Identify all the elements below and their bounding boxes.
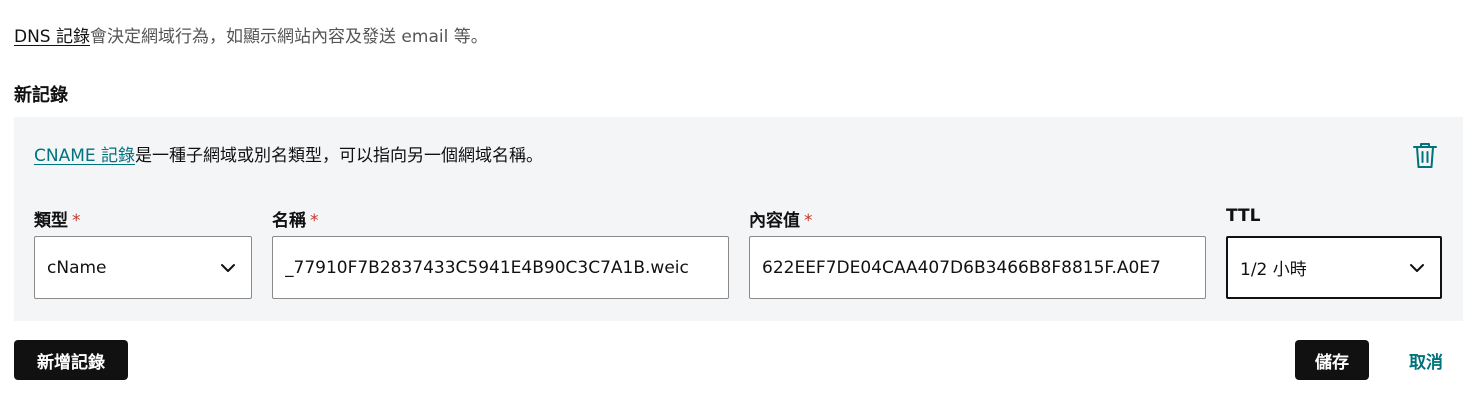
chevron-down-icon xyxy=(1410,263,1424,272)
ttl-select[interactable]: 1/2 小時 xyxy=(1226,236,1442,299)
content-label: 內容值 * xyxy=(749,211,813,231)
chevron-down-icon xyxy=(221,263,235,272)
type-select[interactable]: cName xyxy=(34,236,252,299)
record-panel: CNAME 記錄是一種子網域或別名類型，可以指向另一個網域名稱。 類型 * cNa… xyxy=(14,117,1463,321)
section-title: 新記錄 xyxy=(14,85,68,106)
ttl-label: TTL xyxy=(1226,206,1261,226)
required-mark: * xyxy=(310,211,319,231)
record-description-text: 是一種子網域或別名類型，可以指向另一個網域名稱。 xyxy=(135,146,544,166)
dns-records-link[interactable]: DNS 記錄 xyxy=(14,27,90,47)
name-input-value: _77910F7B2837433C5941E4B90C3C7A1B.weic xyxy=(285,257,689,278)
trash-icon[interactable] xyxy=(1412,141,1438,169)
save-button[interactable]: 儲存 xyxy=(1295,340,1369,380)
type-select-value: cName xyxy=(47,257,107,278)
required-mark: * xyxy=(804,211,813,231)
add-record-button[interactable]: 新增記錄 xyxy=(14,340,128,380)
content-input[interactable]: 622EEF7DE04CAA407D6B3466B8F8815F.A0E7 xyxy=(749,236,1206,299)
ttl-select-value: 1/2 小時 xyxy=(1240,260,1307,280)
type-label: 類型 * xyxy=(34,211,81,231)
name-label: 名稱 * xyxy=(272,211,319,231)
name-input[interactable]: _77910F7B2837433C5941E4B90C3C7A1B.weic xyxy=(272,236,729,299)
cancel-button[interactable]: 取消 xyxy=(1389,340,1463,380)
intro-text: DNS 記錄會決定網域行為，如顯示網站內容及發送 email 等。 xyxy=(14,22,488,47)
intro-description: 會決定網域行為，如顯示網站內容及發送 email 等。 xyxy=(90,27,488,47)
record-description: CNAME 記錄是一種子網域或別名類型，可以指向另一個網域名稱。 xyxy=(34,141,543,166)
required-mark: * xyxy=(72,211,81,231)
cname-record-link[interactable]: CNAME 記錄 xyxy=(34,146,135,166)
content-input-value: 622EEF7DE04CAA407D6B3466B8F8815F.A0E7 xyxy=(762,257,1161,278)
